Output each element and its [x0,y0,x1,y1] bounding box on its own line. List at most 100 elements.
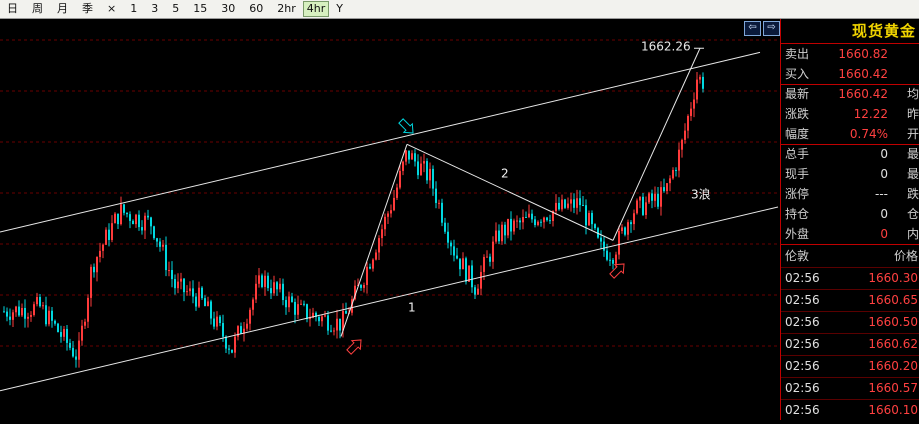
candle-up [99,250,101,258]
candle-down [294,301,296,315]
quote-row: 最新 1660.42 均 [781,84,919,104]
tick-divider [781,289,919,290]
candle-down [630,222,632,225]
quote-label: 外盘 [785,227,810,241]
quote-label: 涨跌 [785,107,810,121]
chart-nav: ⇦ ⇨ [744,21,780,36]
candle-down [282,283,284,301]
candle-up [528,213,530,218]
candle-down [600,237,602,242]
candle-up [420,163,422,176]
candle-down [39,297,41,307]
candle-down [9,316,11,320]
quote-row: 现手 0 最 [781,164,919,184]
candle-down [504,224,506,236]
quote-value: 1660.82 [838,47,888,61]
tick-time: 02:56 [785,359,820,373]
period-button-6[interactable]: 3 [144,1,165,17]
candle-up [522,216,524,223]
period-button-1[interactable]: 周 [25,1,50,17]
candle-down [603,241,605,251]
tick-price: 1660.20 [868,359,918,373]
candle-down [432,168,434,189]
candle-down [612,259,614,264]
candle-down [459,258,461,270]
quote-extra-label: 内 [907,227,919,241]
candle-down [345,310,347,314]
candle-down [276,282,278,290]
candle-up [144,215,146,231]
period-button-5[interactable]: 1 [123,1,144,17]
tick-row: 02:56 1660.20 [781,356,919,376]
candle-up [12,312,14,320]
period-button-8[interactable]: 15 [186,1,214,17]
candle-up [639,196,641,201]
period-button-10[interactable]: 60 [242,1,270,17]
candle-up [561,199,563,210]
candle-down [606,250,608,260]
quote-label: 最新 [785,87,810,101]
candle-down [564,199,566,208]
candle-down [318,316,320,322]
wave-label-3: 3浪 [691,187,711,202]
candle-down [444,222,446,232]
candle-up [333,330,335,332]
candle-up [681,139,683,150]
candle-up [81,325,83,341]
quote-row: 总手 0 最 [781,144,919,164]
candle-down [192,288,194,297]
candle-down [93,266,95,273]
candle-down [303,303,305,305]
tick-price: 1660.65 [868,293,918,307]
candle-down [240,326,242,334]
tick-time: 02:56 [785,271,820,285]
tick-header-price: 价格 [893,249,918,263]
candle-up [543,217,545,223]
candle-up [21,307,23,316]
candle-up [423,161,425,164]
period-button-7[interactable]: 5 [165,1,186,17]
candle-down [579,198,581,206]
candle-up [693,99,695,109]
quote-value: 0 [880,167,888,181]
tick-row: 02:56 1660.10 [781,400,919,420]
candle-up [384,216,386,230]
candle-down [549,220,551,222]
period-button-4[interactable]: × [100,1,123,17]
scroll-right-button[interactable]: ⇨ [763,21,780,36]
quote-row: 买入 1660.42 [781,64,919,84]
candle-down [642,196,644,215]
price-chart[interactable]: 1662.26 1 2 3浪 [0,19,780,420]
period-button-12[interactable]: 4hr [302,1,330,17]
candle-down [591,212,593,225]
candle-up [678,149,680,171]
candle-up [672,169,674,179]
candle-down [159,241,161,247]
candle-down [117,213,119,225]
candle-down [6,311,8,317]
period-button-13[interactable]: Y [329,1,350,17]
candle-down [3,311,5,313]
candle-up [249,309,251,324]
period-button-3[interactable]: 季 [75,1,100,17]
candle-up [42,305,44,307]
period-button-0[interactable]: 日 [0,1,25,17]
candle-up [336,318,338,331]
candle-down [675,169,677,171]
scroll-left-button[interactable]: ⇦ [744,21,761,36]
candle-up [366,266,368,285]
candle-down [369,266,371,269]
candle-down [426,161,428,181]
candle-down [651,193,653,201]
candle-up [696,79,698,100]
candle-up [375,252,377,260]
period-button-11[interactable]: 2hr [270,1,303,17]
quote-row: 涨停 --- 跌 [781,184,919,204]
quote-label: 总手 [785,147,810,161]
candle-down [132,220,134,225]
candle-down [174,279,176,289]
period-button-2[interactable]: 月 [50,1,75,17]
period-button-9[interactable]: 30 [214,1,242,17]
candle-up [27,316,29,319]
candle-down [261,275,263,287]
